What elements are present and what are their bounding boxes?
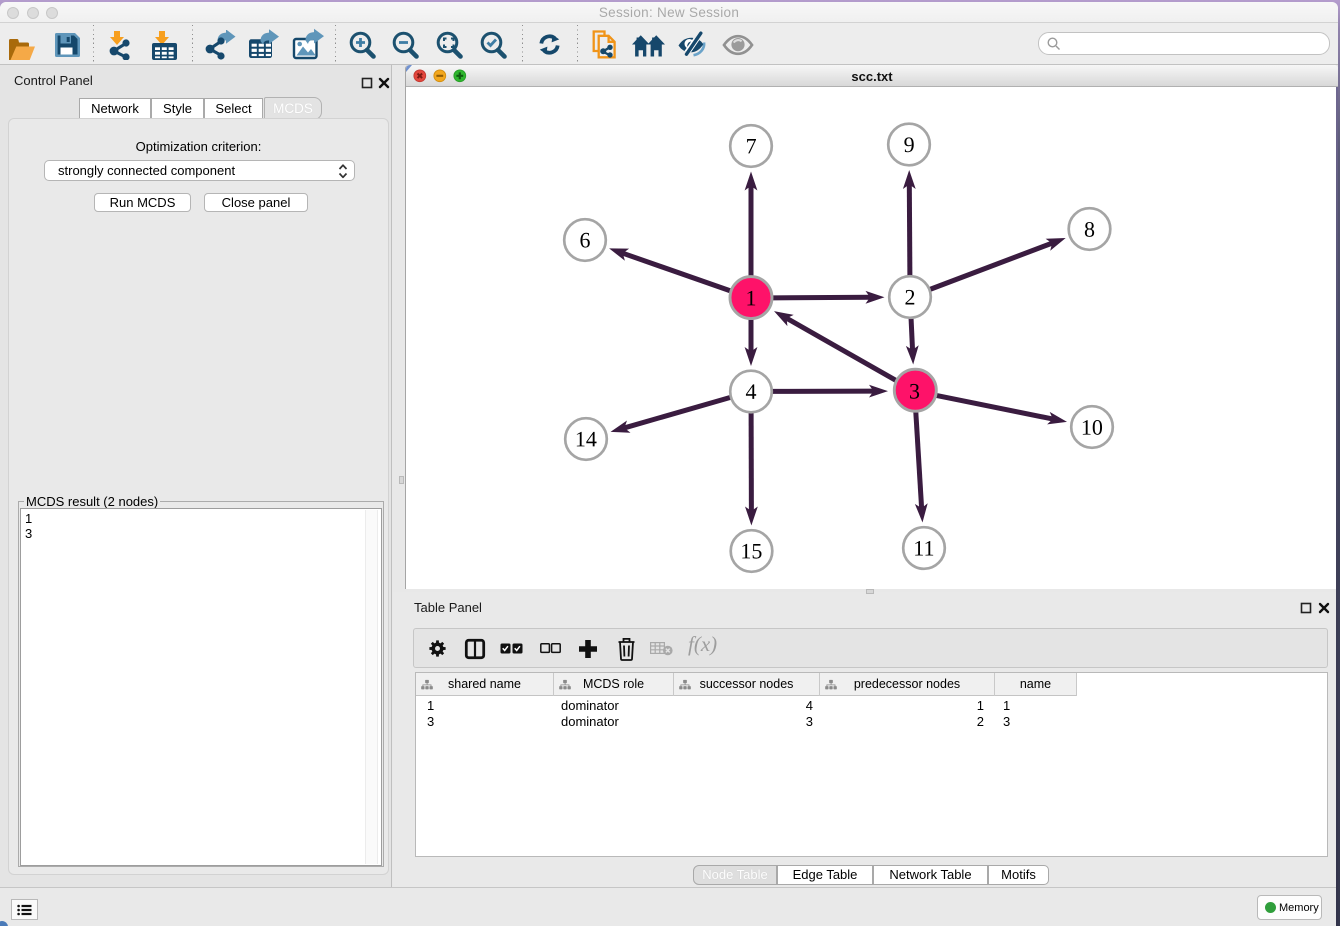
svg-text:7: 7 bbox=[746, 133, 757, 158]
svg-text:3: 3 bbox=[909, 379, 920, 404]
svg-text:6: 6 bbox=[580, 227, 591, 252]
svg-text:11: 11 bbox=[913, 536, 934, 561]
svg-text:2: 2 bbox=[904, 285, 915, 310]
svg-text:15: 15 bbox=[740, 538, 762, 563]
svg-text:8: 8 bbox=[1084, 217, 1095, 242]
svg-text:4: 4 bbox=[745, 379, 756, 404]
svg-text:14: 14 bbox=[575, 426, 597, 451]
svg-text:10: 10 bbox=[1081, 415, 1103, 440]
svg-text:9: 9 bbox=[904, 132, 915, 157]
svg-text:1: 1 bbox=[745, 285, 756, 310]
